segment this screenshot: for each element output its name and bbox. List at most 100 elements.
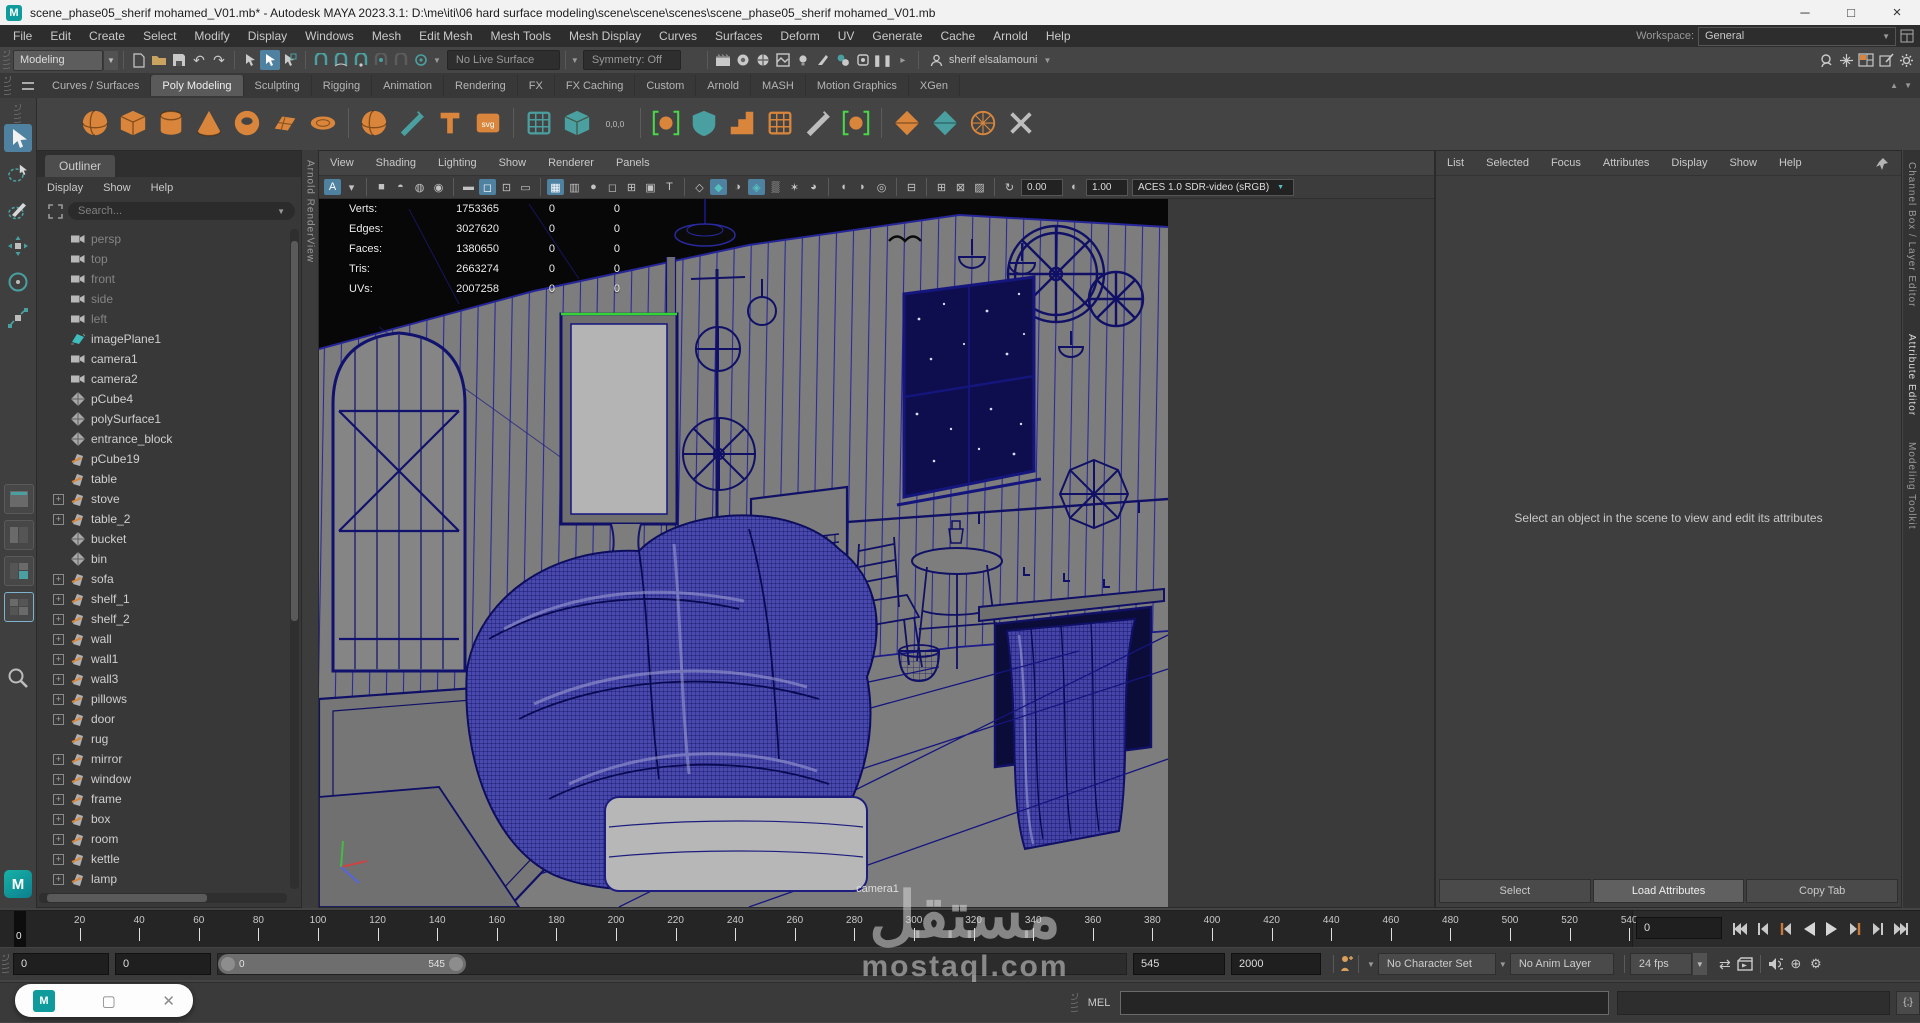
outliner-item-entrance-block[interactable]: entrance_block (39, 429, 289, 449)
multi-cut-icon[interactable] (800, 105, 836, 141)
chevron-down-icon[interactable]: ▼ (433, 56, 441, 65)
select-hierarchy-icon[interactable] (240, 50, 260, 70)
layout-two-pane-button[interactable] (4, 520, 34, 550)
shelf-tab-motion-graphics[interactable]: Motion Graphics (806, 75, 909, 96)
ae-menu-show[interactable]: Show (1718, 157, 1768, 169)
frame-all-icon[interactable]: ⊞ (623, 179, 640, 195)
poly-torus-icon[interactable] (229, 105, 265, 141)
menu-mesh-display[interactable]: Mesh Display (560, 26, 650, 46)
viewport-menu-panels[interactable]: Panels (605, 157, 661, 169)
outliner-item-window[interactable]: + window (39, 769, 289, 789)
outliner-item-mirror[interactable]: + mirror (39, 749, 289, 769)
wireframe-mode-icon[interactable]: ■ (373, 179, 390, 195)
viewport-settings-icon[interactable]: ▨ (971, 179, 988, 195)
outliner-item-persp[interactable]: persp (39, 229, 289, 249)
maximize-button[interactable]: □ (1828, 0, 1874, 25)
shelf-menu-icon[interactable] (21, 81, 35, 91)
expander-icon[interactable]: + (53, 493, 64, 505)
camera-lock-icon[interactable]: ◻ (479, 179, 496, 195)
ae-menu-focus[interactable]: Focus (1540, 157, 1592, 169)
isolate-select-icon[interactable] (648, 105, 684, 141)
dock-tab-channel-box-layer-editor[interactable]: Channel Box / Layer Editor (1906, 162, 1917, 308)
layout-windows-icon[interactable] (1856, 50, 1876, 70)
shelf-tab-sculpting[interactable]: Sculpting (244, 75, 312, 96)
xray-joints-icon[interactable]: ◆ (710, 179, 727, 195)
menu-set-selector[interactable]: Modeling ▼ (13, 49, 118, 71)
snap-view-icon[interactable] (391, 50, 411, 70)
new-scene-icon[interactable] (129, 50, 149, 70)
outliner-item-front[interactable]: front (39, 269, 289, 289)
account-menu[interactable]: sherif elsalamouni ▼ (930, 54, 1051, 67)
layout-three-pane-button[interactable] (4, 556, 34, 586)
light-icon[interactable] (793, 50, 813, 70)
outliner-item-imageplane1[interactable]: imagePlane1 (39, 329, 289, 349)
shelf-tab-xgen[interactable]: XGen (909, 75, 961, 96)
camera-attributes-icon[interactable]: A (324, 179, 341, 195)
anti-alias-icon[interactable]: ⊠ (952, 179, 969, 195)
xray-active-icon[interactable]: ◑ (729, 179, 746, 195)
texture-view-icon[interactable] (773, 50, 793, 70)
menu-edit-mesh[interactable]: Edit Mesh (410, 26, 481, 46)
restore-window-icon[interactable]: ▢ (102, 992, 116, 1010)
menu-arnold[interactable]: Arnold (984, 26, 1037, 46)
outliner-item-top[interactable]: top (39, 249, 289, 269)
image-plane-icon[interactable]: ▣ (642, 179, 659, 195)
viewport-menu-shading[interactable]: Shading (365, 157, 427, 169)
modeling-toolkit-icon[interactable] (521, 105, 557, 141)
rotate-tool[interactable] (4, 268, 32, 296)
outliner-item-left[interactable]: left (39, 309, 289, 329)
poly-type-icon[interactable] (432, 105, 468, 141)
step-forward-key-button[interactable] (1843, 916, 1866, 942)
menu-windows[interactable]: Windows (296, 26, 363, 46)
outliner-menu-help[interactable]: Help (141, 182, 184, 194)
colorspace-selector[interactable]: ACES 1.0 SDR-video (sRGB) ▼ (1132, 178, 1294, 196)
time-slider[interactable]: 0 20 40 60 80 100 120 140 160 180 200 220 240 260 280 3… (0, 910, 1920, 947)
expander-icon[interactable]: + (53, 613, 64, 625)
grip-handle[interactable] (14, 104, 21, 124)
filter-expand-icon[interactable] (48, 203, 63, 219)
menu-deform[interactable]: Deform (771, 26, 828, 46)
character-set-selector[interactable]: No Character Set (1377, 953, 1496, 975)
poly-sphere-icon[interactable] (77, 105, 113, 141)
range-start-handle[interactable] (221, 957, 235, 971)
lit-mode-icon[interactable]: ◉ (430, 179, 447, 195)
playback-start-field[interactable]: 0 (115, 953, 211, 975)
step-forward-frame-button[interactable] (1866, 916, 1889, 942)
animation-end-field[interactable]: 2000 (1231, 953, 1321, 975)
gate-mask-icon[interactable]: ▦ (547, 179, 564, 195)
grip-handle[interactable] (3, 50, 10, 70)
shelf-tab-rigging[interactable]: Rigging (312, 75, 373, 96)
undo-icon[interactable]: ↶ (189, 50, 209, 70)
shelf-tab-animation[interactable]: Animation (372, 75, 445, 96)
shelf-tab-rendering[interactable]: Rendering (444, 75, 518, 96)
pause-icon[interactable]: ❚❚ (873, 50, 893, 70)
render-icon[interactable] (713, 50, 733, 70)
outliner-search-input[interactable]: Search... ▼ (68, 202, 295, 220)
cleanup-icon[interactable] (686, 105, 722, 141)
expander-icon[interactable]: + (53, 773, 64, 785)
dof-icon[interactable]: ◎ (873, 179, 890, 195)
zoom-tool[interactable] (4, 664, 32, 692)
outliner-item-wall3[interactable]: + wall3 (39, 669, 289, 689)
poly-disc-icon[interactable] (305, 105, 341, 141)
outliner-item-door[interactable]: + door (39, 709, 289, 729)
outliner-item-pcube4[interactable]: pCube4 (39, 389, 289, 409)
hypershade-icon[interactable] (833, 50, 853, 70)
viewport-menu-view[interactable]: View (319, 157, 365, 169)
shelf-tab-mash[interactable]: MASH (751, 75, 806, 96)
ipr-render-icon[interactable] (733, 50, 753, 70)
smooth-steps-icon[interactable] (724, 105, 760, 141)
textured-mode-icon[interactable]: ◍ (411, 179, 428, 195)
select-button[interactable]: Select (1439, 879, 1591, 903)
expander-icon[interactable]: + (53, 793, 64, 805)
curve-tool-icon[interactable] (394, 105, 430, 141)
grip-handle[interactable] (2, 954, 9, 974)
maya-taskbar-icon[interactable]: M (33, 989, 55, 1012)
menu-display[interactable]: Display (239, 26, 296, 46)
make-live-icon[interactable] (411, 50, 431, 70)
close-window-icon[interactable]: ✕ (162, 992, 175, 1010)
shelf-scroll-down-icon[interactable]: ▼ (1904, 81, 1920, 90)
viewport-menu-renderer[interactable]: Renderer (537, 157, 605, 169)
outliner-item-pillows[interactable]: + pillows (39, 689, 289, 709)
select-tool[interactable] (4, 124, 32, 152)
